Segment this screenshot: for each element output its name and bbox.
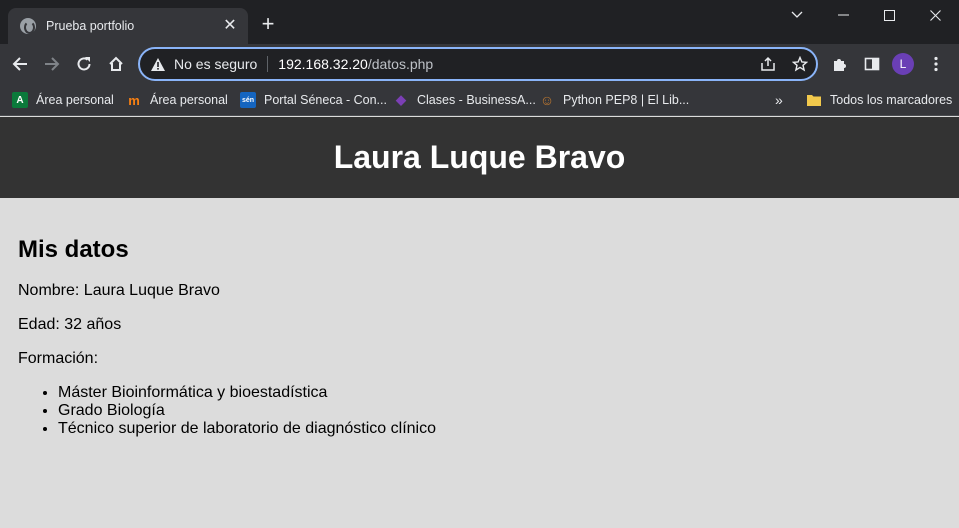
web-page: Laura Luque Bravo Mis datos Nombre: Laur… — [0, 117, 959, 528]
forward-button[interactable] — [38, 50, 66, 78]
arrow-left-icon — [12, 57, 27, 71]
list-item: Grado Biología — [58, 402, 941, 420]
minimize-button[interactable] — [820, 0, 866, 30]
maximize-icon — [883, 9, 895, 21]
address-separator — [267, 56, 269, 72]
side-panel-button[interactable] — [858, 50, 886, 78]
menu-button[interactable] — [922, 50, 950, 78]
profile-avatar[interactable]: L — [892, 53, 914, 75]
chevron-down-icon — [791, 11, 803, 18]
security-status-text[interactable]: No es seguro — [174, 56, 257, 72]
bookmark-item[interactable]: ◆ Clases - BusinessA... — [393, 90, 536, 110]
url-path[interactable]: /datos.php — [368, 56, 433, 72]
moodle-icon: m — [128, 92, 140, 108]
bookmarks-bar: A Área personal m Área personal sén Port… — [0, 84, 959, 116]
arrow-right-icon — [45, 57, 60, 71]
bookmark-item[interactable]: m Área personal — [126, 90, 228, 110]
page-content: Mis datos Nombre: Laura Luque Bravo Edad… — [0, 198, 959, 438]
education-label: Formación: — [18, 350, 99, 367]
bookmark-label: Clases - BusinessA... — [417, 93, 536, 107]
section-title: Mis datos — [18, 236, 129, 263]
browser-tab[interactable]: Prueba portfolio ✕ — [8, 8, 248, 44]
name-line: Nombre: Laura Luque Bravo — [18, 282, 220, 299]
bookmark-label: Python PEP8 | El Lib... — [563, 93, 690, 107]
tab-title: Prueba portfolio — [46, 19, 135, 33]
page-header: Laura Luque Bravo — [0, 117, 959, 198]
bookmark-item[interactable]: ☺ Python PEP8 | El Lib... — [539, 90, 689, 110]
bookmark-label: Área personal — [150, 93, 228, 107]
page-title: Laura Luque Bravo — [333, 139, 626, 175]
seneca-icon: sén — [240, 92, 256, 108]
close-window-button[interactable] — [912, 0, 958, 30]
tab-search-button[interactable] — [774, 0, 820, 30]
warning-icon[interactable] — [150, 56, 166, 72]
address-bar[interactable]: No es seguro 192.168.32.20/datos.php — [138, 47, 818, 81]
url-host[interactable]: 192.168.32.20 — [278, 56, 368, 72]
bookmark-item[interactable]: A Área personal — [12, 90, 114, 110]
home-icon — [109, 56, 123, 71]
bookmarks-overflow-button[interactable]: » — [775, 90, 783, 110]
home-button[interactable] — [102, 50, 130, 78]
education-list: Máster Bioinformática y bioestadística G… — [58, 384, 941, 438]
junta-andalucia-icon: A — [12, 92, 28, 108]
side-panel-icon — [864, 57, 880, 71]
bookmark-label: Portal Séneca - Con... — [264, 93, 387, 107]
back-button[interactable] — [6, 50, 34, 78]
globe-icon — [20, 18, 36, 34]
list-item: Máster Bioinformática y bioestadística — [58, 384, 941, 402]
browser-titlebar: Prueba portfolio ✕ + — [0, 0, 959, 44]
businessacademy-icon: ◆ — [396, 92, 406, 107]
folder-icon — [806, 92, 822, 108]
extensions-button[interactable] — [826, 50, 854, 78]
browser-toolbar: No es seguro 192.168.32.20/datos.php L — [0, 44, 959, 84]
tab-close-icon[interactable]: ✕ — [218, 18, 242, 34]
age-line: Edad: 32 años — [18, 316, 122, 333]
share-icon[interactable] — [752, 49, 784, 79]
more-vertical-icon — [934, 56, 938, 72]
python-book-icon: ☺ — [539, 92, 555, 108]
all-bookmarks-folder[interactable]: Todos los marcadores — [806, 90, 952, 110]
all-bookmarks-label: Todos los marcadores — [830, 93, 953, 107]
bookmark-star-icon[interactable] — [784, 49, 816, 79]
close-icon — [929, 9, 941, 21]
reload-button[interactable] — [70, 50, 98, 78]
list-item: Técnico superior de laboratorio de diagn… — [58, 420, 941, 438]
bookmark-label: Área personal — [36, 93, 114, 107]
minimize-icon — [837, 14, 849, 16]
puzzle-icon — [834, 59, 846, 71]
maximize-button[interactable] — [866, 0, 912, 30]
bookmark-item[interactable]: sén Portal Séneca - Con... — [240, 90, 387, 110]
new-tab-button[interactable]: + — [256, 12, 280, 36]
reload-icon — [77, 57, 91, 71]
